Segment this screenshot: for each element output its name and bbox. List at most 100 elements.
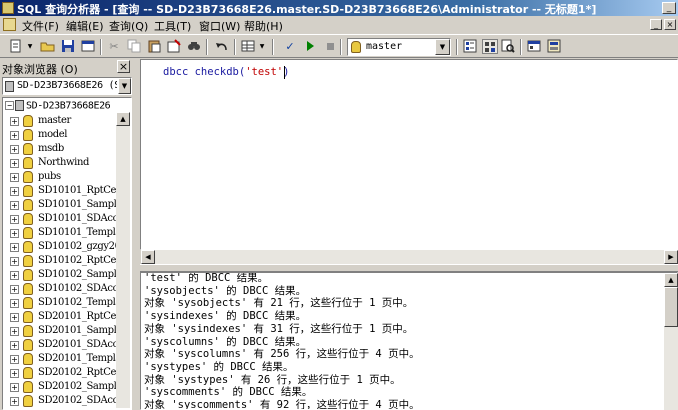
menu-help[interactable]: 帮助(H)	[244, 18, 283, 34]
menu-tools[interactable]: 工具(T)	[154, 18, 191, 34]
tree-item-database[interactable]: + msdb	[3, 142, 121, 156]
expand-icon[interactable]: +	[10, 187, 19, 196]
database-icon	[23, 297, 33, 309]
database-select[interactable]: master ▼	[347, 38, 451, 56]
tree-item-database[interactable]: + Northwind	[3, 156, 121, 170]
tree-scrollbar[interactable]: ▲	[116, 112, 130, 408]
document-icon[interactable]	[3, 18, 16, 31]
menu-query[interactable]: 查询(Q)	[109, 18, 148, 34]
scroll-thumb[interactable]	[664, 287, 678, 327]
expand-icon[interactable]: +	[10, 355, 19, 364]
parse-check-icon[interactable]: ✓	[282, 39, 298, 54]
chevron-down-icon[interactable]: ▼	[258, 39, 266, 54]
result-line: 'sysobjects' 的 DBCC 结果。	[144, 284, 307, 297]
chevron-down-icon[interactable]: ▼	[118, 78, 131, 94]
database-icon	[23, 185, 33, 197]
expand-icon[interactable]: +	[10, 313, 19, 322]
execute-icon[interactable]	[302, 39, 318, 54]
copy-icon[interactable]	[126, 39, 142, 54]
object-search-icon[interactable]	[482, 39, 498, 54]
app-icon	[2, 2, 14, 14]
results-grid-icon[interactable]	[240, 39, 256, 54]
expand-icon[interactable]: +	[10, 397, 19, 406]
editor-results-splitter[interactable]	[140, 264, 678, 272]
open-folder-icon[interactable]	[40, 39, 56, 54]
menu-file[interactable]: 文件(F)	[22, 18, 59, 34]
tree-item-database[interactable]: + SD20101_Sample	[3, 324, 121, 338]
tree-item-database[interactable]: + SD20102_RptCent	[3, 366, 121, 380]
mdi-minimize-button[interactable]: _	[650, 19, 662, 30]
expand-icon[interactable]: +	[10, 285, 19, 294]
load-script-icon[interactable]	[80, 39, 96, 54]
tree-item-database[interactable]: + SD10102_Sample	[3, 268, 121, 282]
expand-icon[interactable]: +	[10, 145, 19, 154]
scroll-left-button[interactable]: ◀	[141, 250, 155, 264]
scroll-right-button[interactable]: ▶	[664, 250, 678, 264]
options-icon[interactable]	[546, 39, 562, 54]
expand-icon[interactable]: +	[10, 271, 19, 280]
undo-icon[interactable]	[214, 39, 230, 54]
menu-window[interactable]: 窗口(W)	[199, 18, 240, 34]
scroll-up-button[interactable]: ▲	[664, 273, 678, 287]
mdi-close-button[interactable]: ×	[664, 19, 676, 30]
tree-item-database[interactable]: + master	[3, 114, 121, 128]
expand-icon[interactable]: +	[10, 173, 19, 182]
cancel-query-icon[interactable]	[322, 39, 338, 54]
expand-icon[interactable]: +	[10, 215, 19, 224]
server-icon	[15, 100, 24, 111]
tree-root-server[interactable]: − SD-D23B73668E26	[5, 100, 111, 114]
tree-item-database[interactable]: + pubs	[3, 170, 121, 184]
tree-item-database[interactable]: + SD20101_Templat	[3, 352, 121, 366]
tree-item-database[interactable]: + SD20102_Sample	[3, 380, 121, 394]
tree-item-database[interactable]: + SD10101_Sample	[3, 198, 121, 212]
paste-icon[interactable]	[146, 39, 162, 54]
expand-icon[interactable]: +	[10, 243, 19, 252]
tree-item-database[interactable]: + SD10102_Templat	[3, 296, 121, 310]
editor-horizontal-scrollbar[interactable]: ◀ ▶	[141, 250, 678, 264]
cut-icon[interactable]: ✂	[106, 39, 122, 54]
clear-window-icon[interactable]	[166, 39, 182, 54]
query-editor[interactable]: dbcc checkdb('test')	[140, 59, 678, 250]
expand-icon[interactable]: +	[10, 327, 19, 336]
query-text[interactable]: dbcc checkdb('test')	[163, 66, 289, 78]
database-icon	[23, 311, 33, 323]
show-plan-icon[interactable]	[500, 39, 516, 54]
expand-icon[interactable]: +	[10, 383, 19, 392]
tree-item-database[interactable]: + SD10102_gzgy200	[3, 240, 121, 254]
tree-item-database[interactable]: + model	[3, 128, 121, 142]
tree-item-database[interactable]: + SD20101_RptCent	[3, 310, 121, 324]
close-icon[interactable]: ×	[117, 60, 130, 73]
minimize-button[interactable]: _	[662, 2, 676, 14]
chevron-down-icon[interactable]: ▼	[435, 39, 450, 55]
tree-item-database[interactable]: + SD10102_SDAccse	[3, 282, 121, 296]
expand-icon[interactable]: +	[10, 131, 19, 140]
tree-item-database[interactable]: + SD10101_SDAccse	[3, 212, 121, 226]
expand-icon[interactable]: +	[10, 159, 19, 168]
tree-item-database[interactable]: + SD20101_SDAccse	[3, 338, 121, 352]
collapse-icon[interactable]: −	[5, 101, 14, 110]
expand-icon[interactable]: +	[10, 369, 19, 378]
expand-icon[interactable]: +	[10, 341, 19, 350]
expand-icon[interactable]: +	[10, 117, 19, 126]
tree-item-database[interactable]: + SD20102_SDAccse	[3, 394, 121, 408]
tree-item-database[interactable]: + SD10101_Templat	[3, 226, 121, 240]
menu-edit[interactable]: 编辑(E)	[66, 18, 104, 34]
tree-item-database[interactable]: + SD10101_RptCent	[3, 184, 121, 198]
tree-root-label: SD-D23B73668E26	[26, 100, 111, 112]
properties-icon[interactable]	[526, 39, 542, 54]
expand-icon[interactable]: +	[10, 299, 19, 308]
find-icon[interactable]	[186, 39, 202, 54]
server-select[interactable]: SD-D23B73668E26 (SD- ▼	[2, 77, 132, 95]
new-query-icon[interactable]	[8, 39, 24, 54]
results-scrollbar[interactable]: ▲	[664, 273, 678, 410]
object-browser-icon[interactable]	[462, 39, 478, 54]
save-icon[interactable]	[60, 39, 76, 54]
expand-icon[interactable]: +	[10, 257, 19, 266]
results-pane[interactable]: 'test' 的 DBCC 结果。'sysobjects' 的 DBCC 结果。…	[140, 272, 678, 410]
expand-icon[interactable]: +	[10, 229, 19, 238]
chevron-down-icon[interactable]: ▼	[26, 39, 34, 54]
expand-icon[interactable]: +	[10, 201, 19, 210]
scroll-up-button[interactable]: ▲	[116, 112, 130, 126]
result-line: 'sysindexes' 的 DBCC 结果。	[144, 310, 307, 323]
tree-item-database[interactable]: + SD10102_RptCent	[3, 254, 121, 268]
